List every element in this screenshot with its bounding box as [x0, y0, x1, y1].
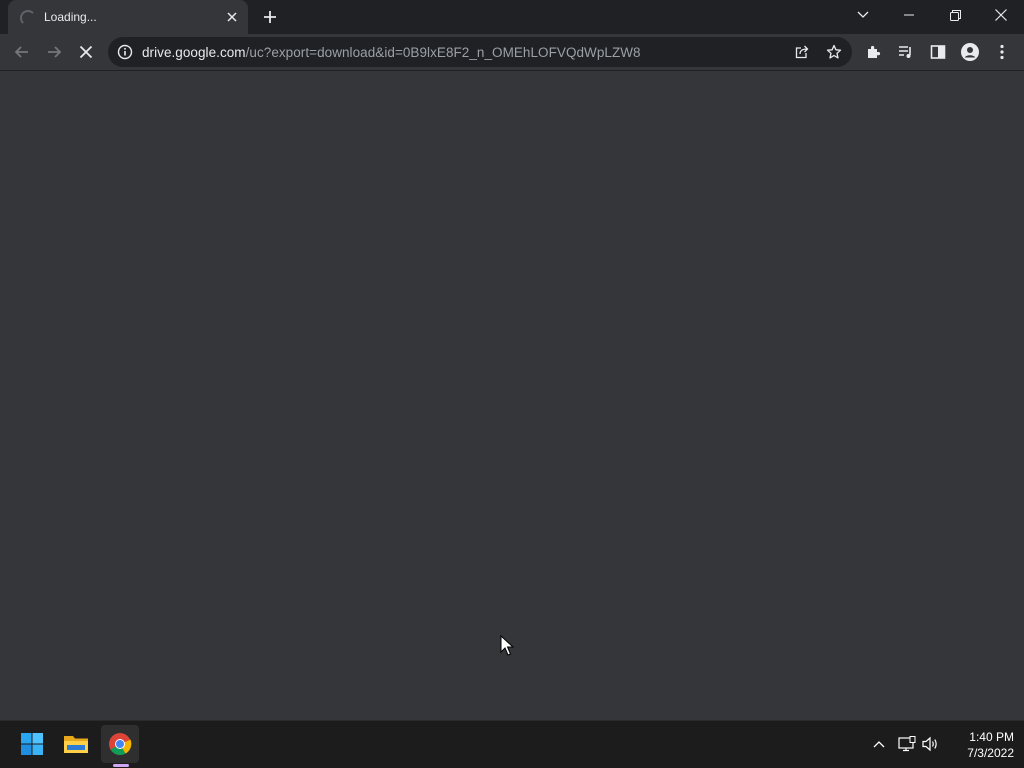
address-bar[interactable]: drive.google.com/uc?export=download&id=0… — [108, 37, 852, 67]
chrome-icon — [109, 733, 132, 755]
chrome-menu-button[interactable] — [988, 38, 1016, 66]
stop-x-icon — [79, 45, 93, 59]
extensions-button[interactable] — [860, 38, 888, 66]
media-controls-button[interactable] — [892, 38, 920, 66]
url-host: drive.google.com — [142, 45, 246, 60]
tab-search-button[interactable] — [840, 0, 886, 30]
windows-start-icon — [21, 733, 43, 755]
system-clock[interactable]: 1:40 PM 7/3/2022 — [944, 729, 1014, 761]
folder-icon — [64, 736, 88, 753]
start-button[interactable] — [13, 725, 51, 763]
chevron-down-icon — [857, 11, 869, 18]
plus-icon — [264, 11, 276, 23]
network-button[interactable] — [897, 734, 917, 754]
bookmark-star-icon[interactable] — [823, 41, 845, 63]
site-info-icon[interactable] — [116, 43, 134, 61]
show-hidden-icons-button[interactable] — [869, 734, 889, 754]
network-icon — [898, 736, 916, 752]
restore-icon — [949, 9, 961, 21]
browser-toolbar: drive.google.com/uc?export=download&id=0… — [0, 34, 1024, 71]
mouse-pointer-icon — [500, 635, 514, 656]
forward-button[interactable] — [40, 38, 68, 66]
url-path: /uc?export=download&id=0B9lxE8F2_n_OMEhL… — [245, 45, 641, 60]
close-window-button[interactable] — [978, 0, 1024, 30]
stop-button[interactable] — [72, 38, 100, 66]
clock-date: 7/3/2022 — [967, 746, 1014, 760]
taskbar: 1:40 PM 7/3/2022 — [0, 720, 1024, 768]
loading-spinner-icon — [20, 10, 36, 26]
file-explorer-button[interactable] — [57, 725, 95, 763]
media-queue-icon — [899, 46, 911, 58]
kebab-menu-icon — [1000, 44, 1004, 60]
chevron-up-icon — [873, 741, 885, 748]
tab-active[interactable]: Loading... — [8, 0, 248, 34]
minimize-icon — [904, 14, 914, 16]
tab-title: Loading... — [44, 10, 97, 24]
clock-time: 1:40 PM — [969, 730, 1014, 744]
profile-icon — [961, 43, 979, 61]
puzzle-icon — [868, 45, 881, 58]
url-text[interactable]: drive.google.com/uc?export=download&id=0… — [142, 45, 641, 60]
arrow-right-icon — [48, 46, 62, 58]
tab-close-icon[interactable] — [222, 7, 242, 27]
volume-icon — [922, 736, 937, 752]
volume-button[interactable] — [921, 734, 941, 754]
new-tab-button[interactable] — [258, 5, 282, 29]
arrow-left-icon — [14, 46, 28, 58]
share-icon[interactable] — [791, 41, 813, 63]
active-app-indicator — [113, 764, 129, 767]
close-icon — [995, 9, 1007, 21]
restore-button[interactable] — [932, 0, 978, 30]
side-panel-icon — [930, 45, 946, 59]
side-panel-button[interactable] — [924, 38, 952, 66]
minimize-button[interactable] — [886, 0, 932, 30]
chrome-taskbar-button[interactable] — [101, 725, 139, 763]
profile-button[interactable] — [956, 38, 984, 66]
tab-strip: Loading... — [0, 0, 1024, 34]
page-content — [0, 71, 1024, 720]
back-button[interactable] — [8, 38, 36, 66]
